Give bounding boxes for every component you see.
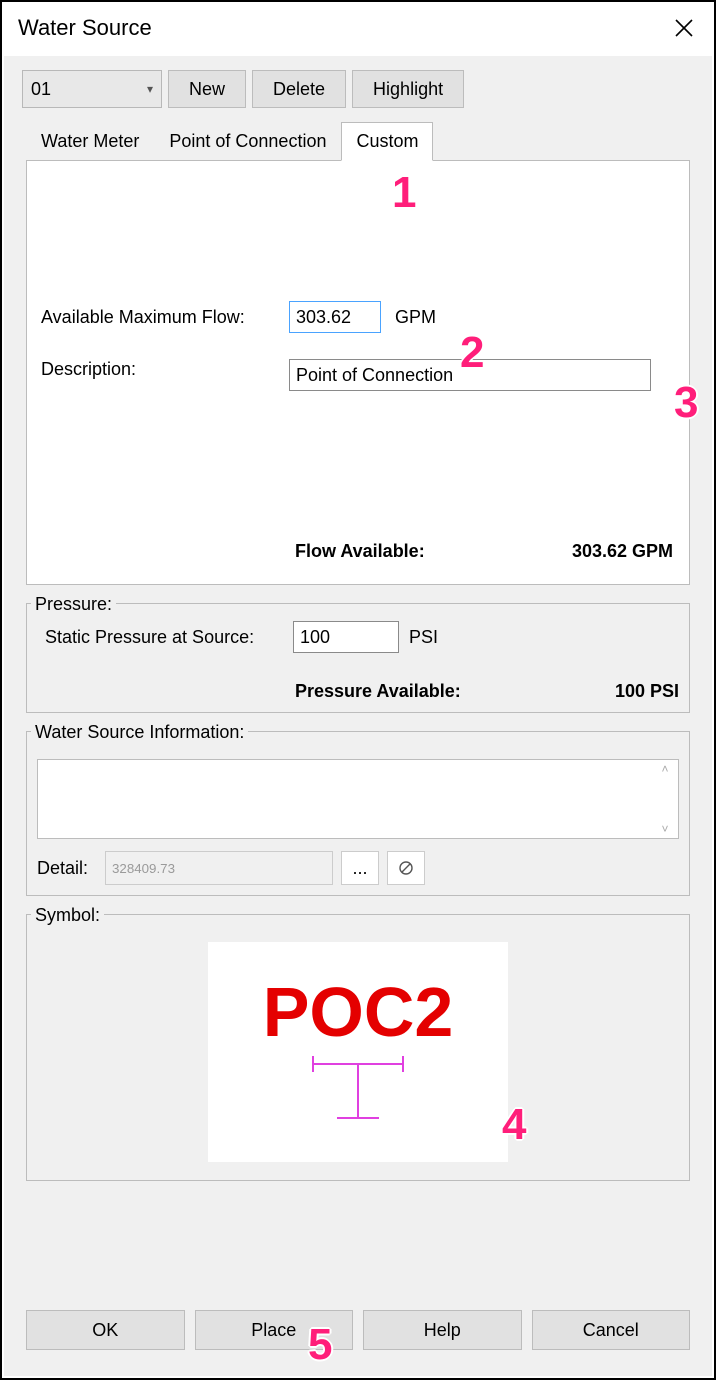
description-label: Description: [41,359,289,380]
delete-button-label: Delete [273,79,325,100]
symbol-legend: Symbol: [31,905,104,926]
top-toolbar: 01 ▾ New Delete Highlight [4,56,712,116]
detail-clear-button[interactable] [387,851,425,885]
static-pressure-input[interactable] [293,621,399,653]
detail-input [105,851,333,885]
static-pressure-unit: PSI [409,627,438,648]
water-source-dialog: Water Source 01 ▾ New Delete Highlight W… [0,0,716,1380]
tab-custom[interactable]: Custom [341,122,433,161]
help-button[interactable]: Help [363,1310,522,1350]
info-textarea[interactable]: ˄ ˅ [37,759,679,839]
scroll-down-icon: ˅ [661,822,668,836]
tee-icon [293,1052,423,1132]
place-button-label: Place [251,1320,296,1341]
highlight-button[interactable]: Highlight [352,70,464,108]
info-scrollbar[interactable]: ˄ ˅ [654,762,676,836]
symbol-section: Symbol: POC2 [26,914,690,1181]
pressure-available-value: 100 PSI [615,681,679,702]
tab-custom-label: Custom [356,131,418,151]
source-selector-value: 01 [31,79,51,100]
highlight-button-label: Highlight [373,79,443,100]
scroll-up-icon: ˄ [661,762,668,776]
delete-button[interactable]: Delete [252,70,346,108]
max-flow-unit: GPM [395,307,436,328]
description-row: Description: [41,359,675,391]
new-button-label: New [189,79,225,100]
tab-poc-label: Point of Connection [169,131,326,151]
place-button[interactable]: Place [195,1310,354,1350]
static-pressure-row: Static Pressure at Source: PSI [37,621,679,653]
close-button[interactable] [664,8,704,48]
symbol-preview: POC2 [208,942,508,1162]
ok-button[interactable]: OK [26,1310,185,1350]
cancel-button[interactable]: Cancel [532,1310,691,1350]
pressure-legend: Pressure: [31,594,116,615]
max-flow-input[interactable] [289,301,381,333]
pressure-section: Pressure: Static Pressure at Source: PSI… [26,603,690,713]
ok-button-label: OK [92,1320,118,1341]
info-section: Water Source Information: ˄ ˅ Detail: ..… [26,731,690,896]
new-button[interactable]: New [168,70,246,108]
max-flow-label: Available Maximum Flow: [41,307,289,328]
flow-available-label: Flow Available: [295,541,425,562]
tab-point-of-connection[interactable]: Point of Connection [154,122,341,161]
client-area: 01 ▾ New Delete Highlight Water Meter Po… [4,56,712,1376]
detail-browse-label: ... [352,858,367,879]
max-flow-row: Available Maximum Flow: GPM [41,301,675,333]
titlebar: Water Source [2,2,714,58]
source-selector[interactable]: 01 ▾ [22,70,162,108]
tab-row: Water Meter Point of Connection Custom [26,122,690,161]
detail-label: Detail: [37,858,97,879]
dialog-footer: OK Place Help Cancel [26,1310,690,1350]
tab-water-meter[interactable]: Water Meter [26,122,154,161]
close-icon [675,19,693,37]
info-legend: Water Source Information: [31,722,248,743]
tab-water-meter-label: Water Meter [41,131,139,151]
static-pressure-label: Static Pressure at Source: [37,627,293,648]
flow-available-row: Flow Available: 303.62 GPM [41,541,675,562]
detail-browse-button[interactable]: ... [341,851,379,885]
description-input[interactable] [289,359,651,391]
pressure-available-label: Pressure Available: [295,681,461,702]
cancel-button-label: Cancel [583,1320,639,1341]
flow-available-value: 303.62 GPM [572,541,673,562]
pressure-available-row: Pressure Available: 100 PSI [37,681,679,702]
window-title: Water Source [18,15,152,41]
chevron-down-icon: ▾ [147,82,153,96]
symbol-text: POC2 [263,972,454,1052]
tab-panel-custom: Available Maximum Flow: GPM Description:… [26,160,690,585]
tab-strip: Water Meter Point of Connection Custom A… [26,122,690,585]
detail-row: Detail: ... [37,851,679,885]
help-button-label: Help [424,1320,461,1341]
no-symbol-icon [398,860,414,876]
